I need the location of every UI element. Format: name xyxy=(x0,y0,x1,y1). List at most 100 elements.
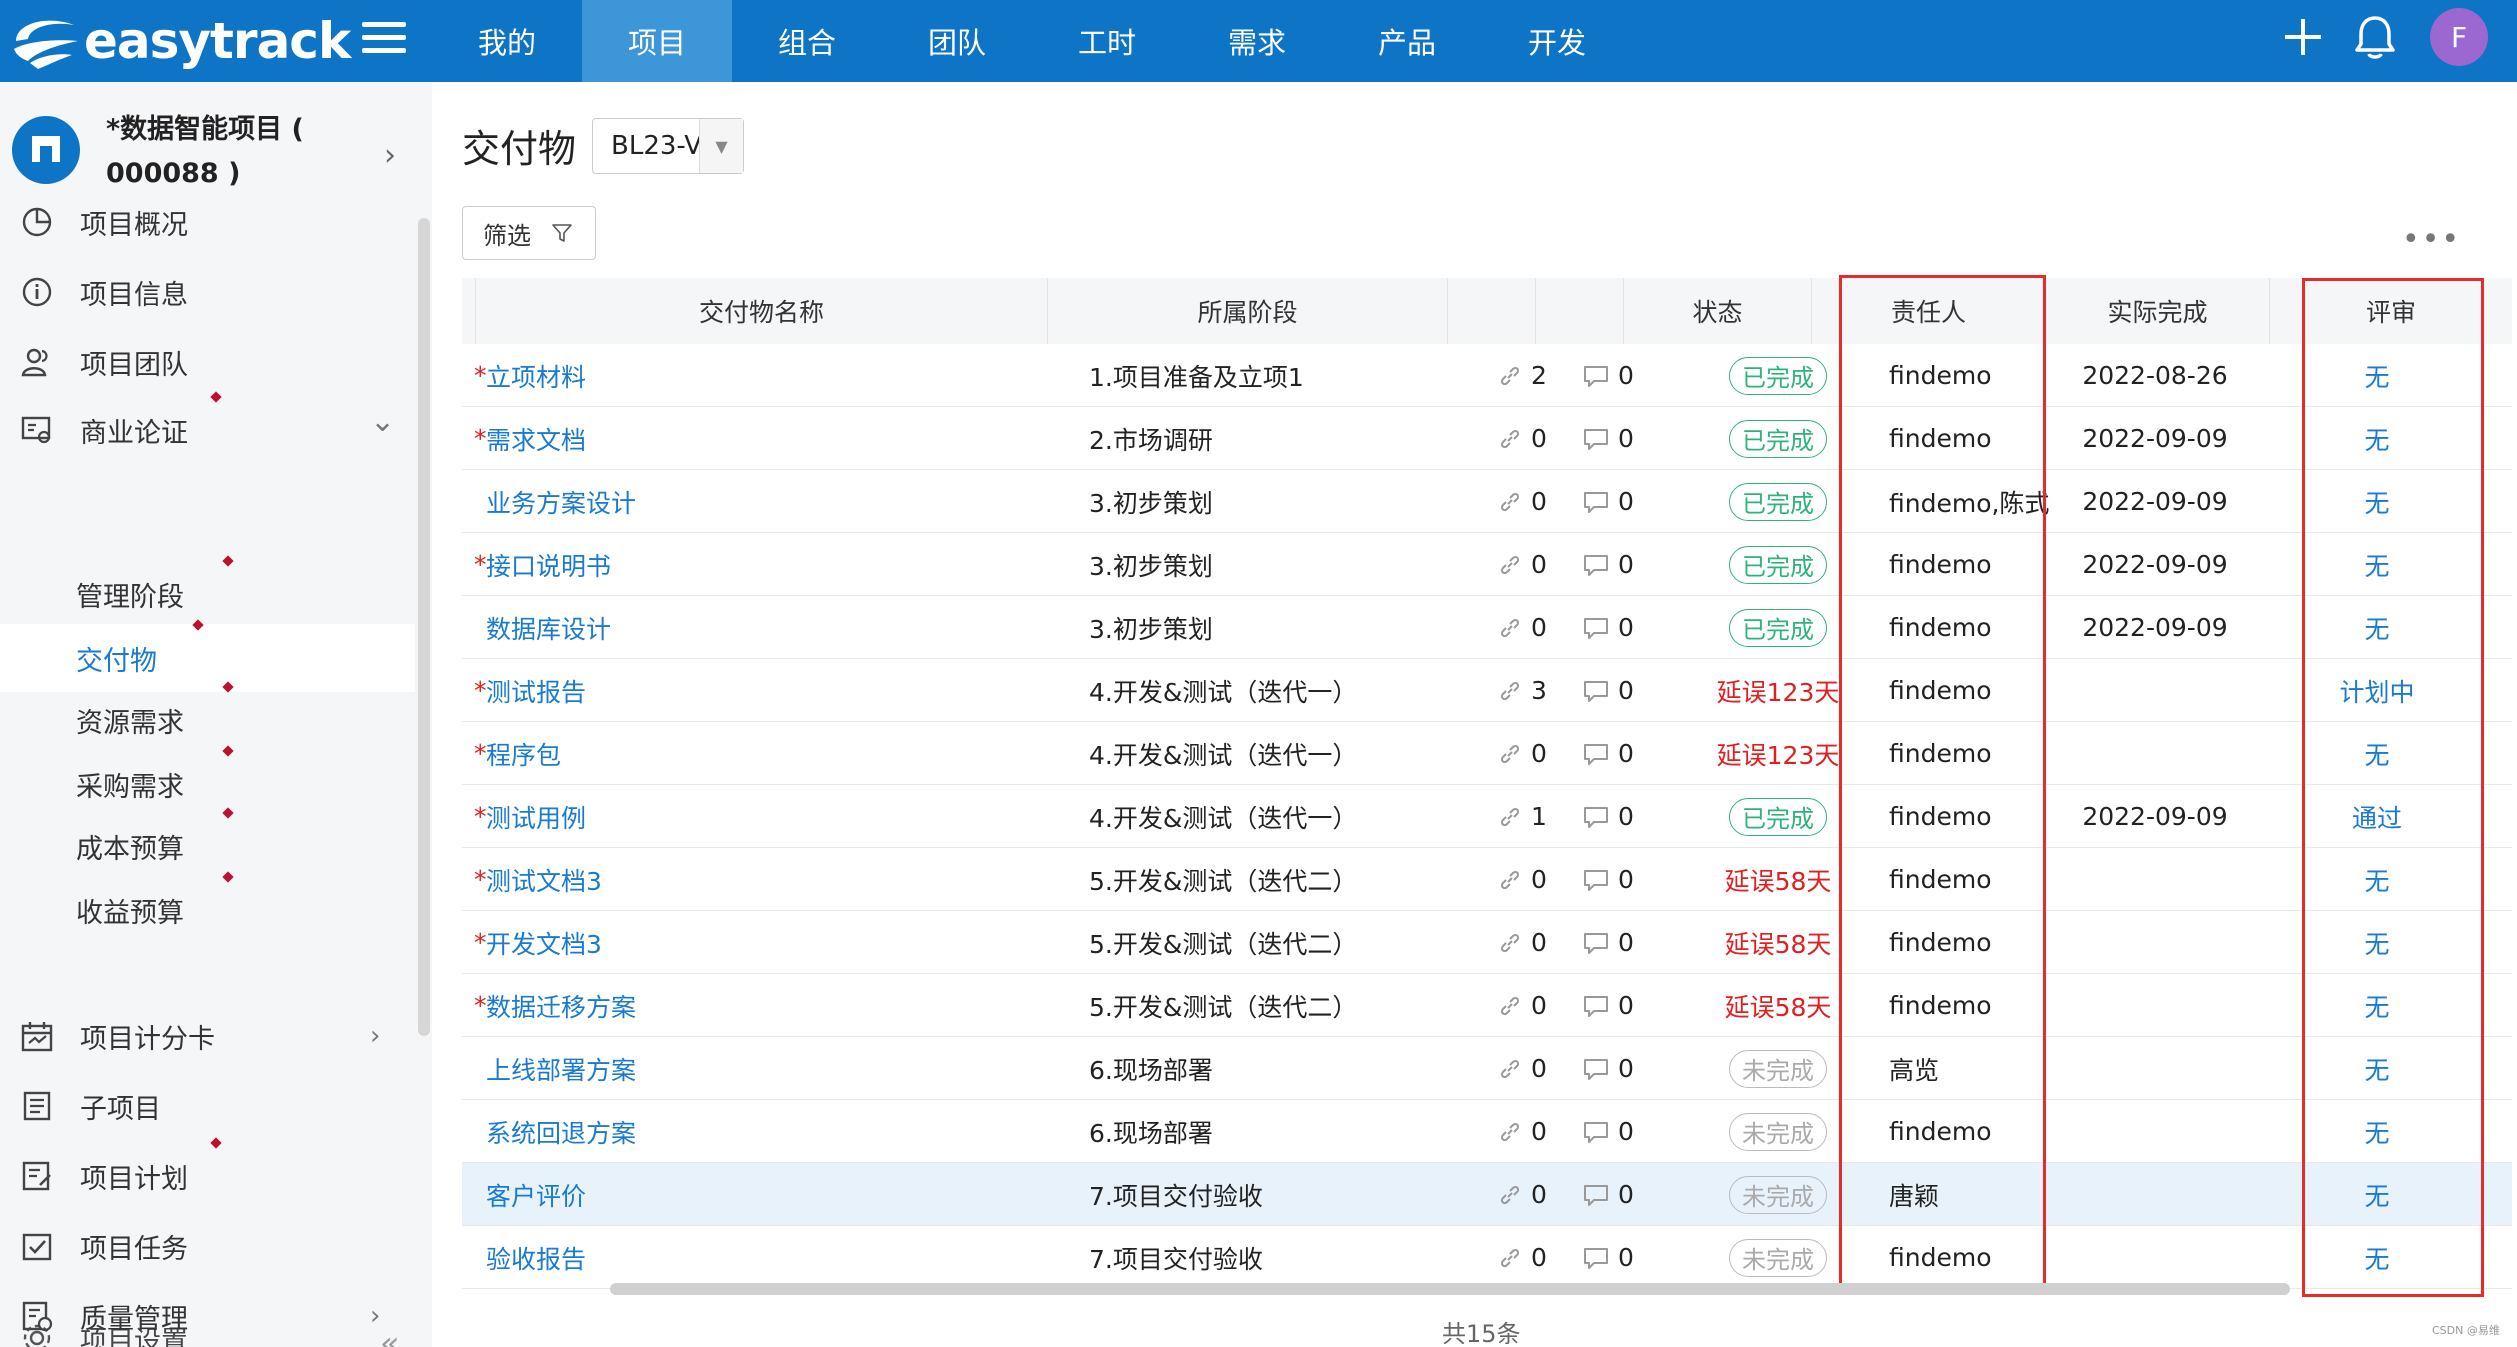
deliverable-name-link[interactable]: * 数据迁移方案 xyxy=(474,974,1049,1037)
header-status[interactable]: 状态 xyxy=(1624,278,1812,344)
chevron-right-icon[interactable]: › xyxy=(384,138,396,173)
sidebar-subitem[interactable]: 成本预算 xyxy=(0,807,415,880)
deliverable-name-link[interactable]: 客户评价 xyxy=(474,1163,1049,1226)
nav-item[interactable]: 我的 xyxy=(432,0,582,82)
table-row[interactable]: * 测试报告 4.开发&测试（迭代一） 3 0 延误123天 findemo 计划中 xyxy=(462,659,2512,722)
deliverable-name[interactable]: 数据库设计 xyxy=(486,610,611,646)
deliverable-name-link[interactable]: 上线部署方案 xyxy=(474,1037,1049,1100)
attachment-count[interactable]: 0 xyxy=(1497,1163,1587,1226)
table-row[interactable]: 数据库设计 3.初步策划 0 0 已完成 findemo 2022-09-09 无 xyxy=(462,596,2512,659)
deliverable-name[interactable]: 验收报告 xyxy=(486,1240,586,1276)
collapse-sidebar-icon[interactable]: « xyxy=(380,1324,400,1347)
attachment-count[interactable]: 0 xyxy=(1497,407,1587,470)
horizontal-scrollbar[interactable] xyxy=(610,1283,2290,1295)
filter-button[interactable]: 筛选 xyxy=(462,206,596,260)
comment-count[interactable]: 0 xyxy=(1582,344,1672,407)
deliverable-name-link[interactable]: * 测试报告 xyxy=(474,659,1049,722)
sidebar-scrollbar[interactable] xyxy=(418,218,430,1036)
table-row[interactable]: 客户评价 7.项目交付验收 0 0 未完成 唐颖无 xyxy=(462,1163,2512,1226)
comment-count[interactable]: 0 xyxy=(1582,1100,1672,1163)
sidebar-subitem[interactable]: 收益预算 xyxy=(0,871,415,944)
attachment-count[interactable]: 0 xyxy=(1497,1100,1587,1163)
deliverable-name[interactable]: 测试用例 xyxy=(486,799,586,835)
deliverable-name[interactable]: 测试报告 xyxy=(486,673,586,709)
header-actual-completion[interactable]: 实际完成 xyxy=(2046,278,2270,344)
sidebar-subitem[interactable]: 资源需求 xyxy=(0,681,415,754)
menu-icon[interactable] xyxy=(362,22,406,60)
attachment-count[interactable]: 3 xyxy=(1497,659,1587,722)
table-row[interactable]: * 程序包 4.开发&测试（迭代一） 0 0 延误123天 findemo 无 xyxy=(462,722,2512,785)
deliverable-name-link[interactable]: 数据库设计 xyxy=(474,596,1049,659)
comment-count[interactable]: 0 xyxy=(1582,596,1672,659)
table-row[interactable]: * 测试文档3 5.开发&测试（迭代二） 0 0 延误58天 findemo 无 xyxy=(462,848,2512,911)
deliverable-name-link[interactable]: 验收报告 xyxy=(474,1226,1049,1289)
table-row[interactable]: * 立项材料 1.项目准备及立项1 2 0 已完成 findemo 2022-08-26 无 xyxy=(462,344,2512,407)
app-logo[interactable]: easytrack xyxy=(8,6,351,76)
deliverable-name-link[interactable]: 业务方案设计 xyxy=(474,470,1049,533)
sidebar-subitem[interactable]: 交付物 xyxy=(0,619,415,692)
deliverable-name[interactable]: 系统回退方案 xyxy=(486,1114,636,1150)
deliverable-name-link[interactable]: * 接口说明书 xyxy=(474,533,1049,596)
comment-count[interactable]: 0 xyxy=(1582,470,1672,533)
sidebar-item[interactable]: 项目设置 xyxy=(0,1318,415,1347)
sidebar-item[interactable]: 项目概况 xyxy=(0,188,415,256)
deliverable-name[interactable]: 开发文档3 xyxy=(486,925,602,961)
sidebar-item[interactable]: 项目计分卡 › xyxy=(0,1002,415,1070)
sidebar-item[interactable]: 商业论证 ⌄ xyxy=(0,391,415,464)
nav-item[interactable]: 组合 xyxy=(732,0,882,82)
table-row[interactable]: 上线部署方案 6.现场部署 0 0 未完成 高览无 xyxy=(462,1037,2512,1100)
comment-count[interactable]: 0 xyxy=(1582,407,1672,470)
deliverable-name-link[interactable]: * 测试文档3 xyxy=(474,848,1049,911)
attachment-count[interactable]: 0 xyxy=(1497,722,1587,785)
table-row[interactable]: * 开发文档3 5.开发&测试（迭代二） 0 0 延误58天 findemo 无 xyxy=(462,911,2512,974)
deliverable-name-link[interactable]: * 测试用例 xyxy=(474,785,1049,848)
attachment-count[interactable]: 0 xyxy=(1497,533,1587,596)
comment-count[interactable]: 0 xyxy=(1582,848,1672,911)
comment-count[interactable]: 0 xyxy=(1582,1163,1672,1226)
deliverable-name[interactable]: 数据迁移方案 xyxy=(486,988,636,1024)
table-row[interactable]: 验收报告 7.项目交付验收 0 0 未完成 findemo 无 xyxy=(462,1226,2512,1289)
nav-item[interactable]: 团队 xyxy=(882,0,1032,82)
nav-item[interactable]: 需求 xyxy=(1182,0,1332,82)
nav-item[interactable]: 项目 xyxy=(582,0,732,82)
sidebar-item[interactable]: 项目团队 xyxy=(0,328,415,396)
comment-count[interactable]: 0 xyxy=(1582,533,1672,596)
nav-item[interactable]: 工时 xyxy=(1032,0,1182,82)
deliverable-name-link[interactable]: 系统回退方案 xyxy=(474,1100,1049,1163)
sidebar-item[interactable]: 项目任务 xyxy=(0,1212,415,1280)
deliverable-name[interactable]: 立项材料 xyxy=(486,358,586,394)
attachment-count[interactable]: 0 xyxy=(1497,911,1587,974)
deliverable-name-link[interactable]: * 开发文档3 xyxy=(474,911,1049,974)
deliverable-name[interactable]: 上线部署方案 xyxy=(486,1051,636,1087)
more-options-icon[interactable]: ••• xyxy=(2402,222,2461,257)
deliverable-name[interactable]: 程序包 xyxy=(486,736,561,772)
attachment-count[interactable]: 0 xyxy=(1497,1226,1587,1289)
deliverable-name-link[interactable]: * 程序包 xyxy=(474,722,1049,785)
notification-bell-icon[interactable] xyxy=(2353,14,2397,60)
deliverable-name[interactable]: 接口说明书 xyxy=(486,547,611,583)
comment-count[interactable]: 0 xyxy=(1582,1226,1672,1289)
table-row[interactable]: * 需求文档 2.市场调研 0 0 已完成 findemo 2022-09-09 无 xyxy=(462,407,2512,470)
attachment-count[interactable]: 0 xyxy=(1497,470,1587,533)
comment-count[interactable]: 0 xyxy=(1582,974,1672,1037)
attachment-count[interactable]: 2 xyxy=(1497,344,1587,407)
attachment-count[interactable]: 0 xyxy=(1497,848,1587,911)
sidebar-item[interactable]: 子项目 xyxy=(0,1072,415,1140)
comment-count[interactable]: 0 xyxy=(1582,911,1672,974)
nav-item[interactable]: 开发 xyxy=(1482,0,1632,82)
deliverable-name-link[interactable]: * 立项材料 xyxy=(474,344,1049,407)
deliverable-name[interactable]: 需求文档 xyxy=(486,421,586,457)
nav-item[interactable]: 产品 xyxy=(1332,0,1482,82)
add-icon[interactable] xyxy=(2283,17,2323,57)
attachment-count[interactable]: 0 xyxy=(1497,974,1587,1037)
deliverable-name-link[interactable]: * 需求文档 xyxy=(474,407,1049,470)
header-stage[interactable]: 所属阶段 xyxy=(1048,278,1448,344)
table-row[interactable]: * 数据迁移方案 5.开发&测试（迭代二） 0 0 延误58天 findemo 无 xyxy=(462,974,2512,1037)
comment-count[interactable]: 0 xyxy=(1582,722,1672,785)
deliverable-name[interactable]: 业务方案设计 xyxy=(486,484,636,520)
sidebar-item[interactable]: 项目信息 xyxy=(0,258,415,326)
deliverable-name[interactable]: 客户评价 xyxy=(486,1177,586,1213)
attachment-count[interactable]: 0 xyxy=(1497,1037,1587,1100)
sidebar-subitem[interactable]: 采购需求 xyxy=(0,745,415,818)
deliverable-name[interactable]: 测试文档3 xyxy=(486,862,602,898)
